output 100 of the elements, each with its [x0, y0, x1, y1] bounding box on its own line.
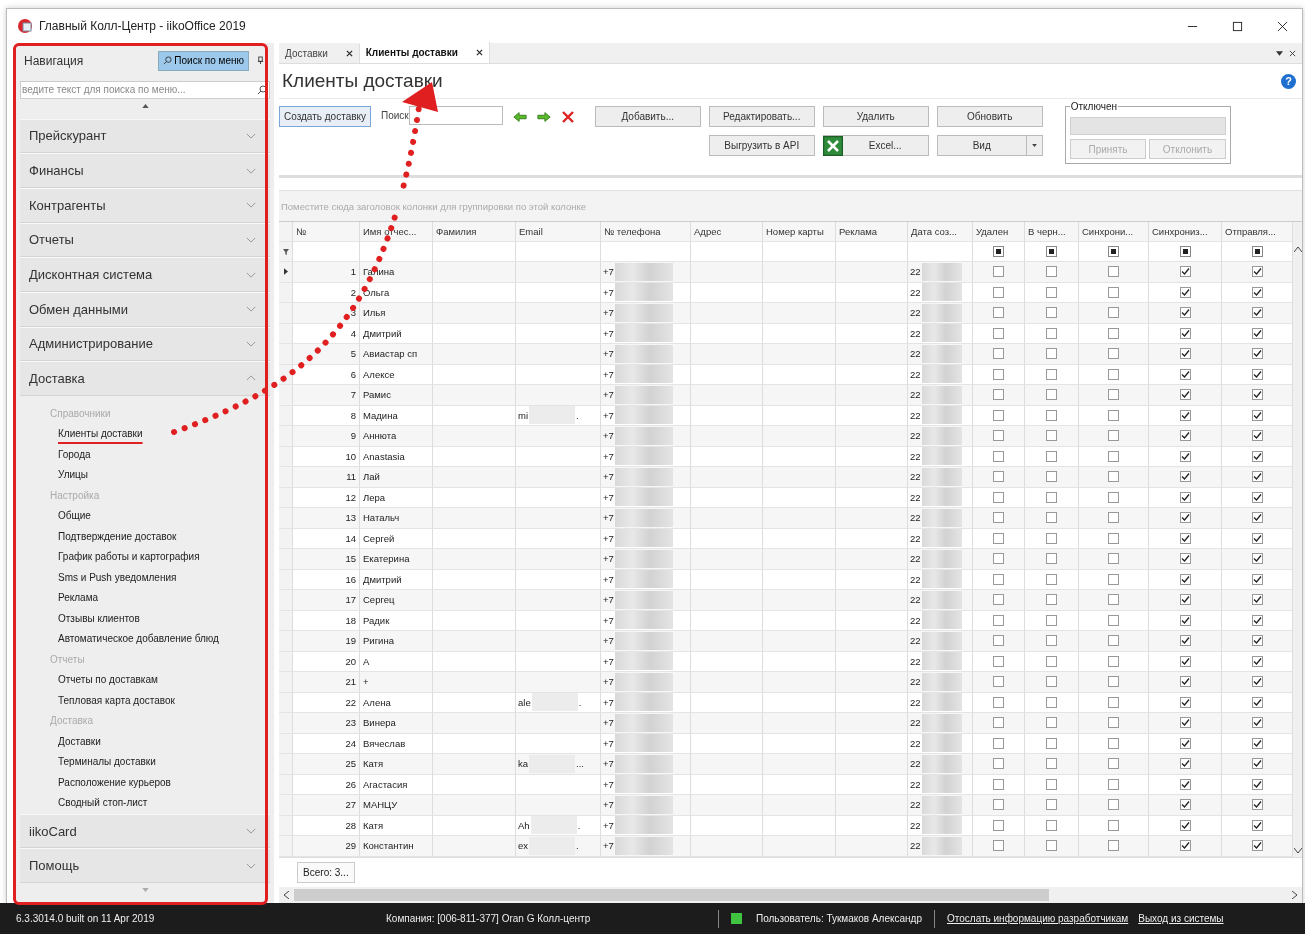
filter-checkbox-icon[interactable]	[993, 246, 1004, 257]
menu-section[interactable]: Прейскурант	[20, 118, 270, 154]
column-header[interactable]: Имя отчес...	[360, 222, 433, 242]
menu-item[interactable]: Sms и Push уведомления	[50, 567, 177, 589]
filter-icon[interactable]	[282, 248, 289, 255]
checkbox[interactable]	[1108, 491, 1119, 503]
checkbox[interactable]	[1046, 696, 1057, 708]
menu-item[interactable]: Подтверждение доставок	[50, 526, 177, 548]
checkbox[interactable]	[993, 717, 1004, 729]
checkbox[interactable]	[1251, 840, 1263, 852]
checkbox[interactable]	[1251, 676, 1263, 688]
scroll-up-icon[interactable]	[1293, 247, 1302, 252]
checkbox[interactable]	[1251, 594, 1263, 606]
checkbox[interactable]	[993, 799, 1004, 811]
checkbox[interactable]	[1179, 512, 1191, 524]
checkbox[interactable]	[993, 737, 1004, 749]
toolbar-button[interactable]: Редактировать...	[708, 106, 815, 127]
close-icon[interactable]	[1277, 20, 1288, 32]
checkbox[interactable]	[1108, 717, 1119, 729]
checkbox[interactable]	[1046, 614, 1057, 626]
menu-item[interactable]: Доставки	[50, 731, 101, 753]
checkbox[interactable]	[1108, 676, 1119, 688]
column-header[interactable]: Реклама	[836, 222, 908, 242]
close-icon[interactable]	[1289, 50, 1296, 57]
column-header[interactable]: № телефона	[601, 222, 691, 242]
column-header[interactable]: Дата соз...	[908, 222, 973, 242]
checkbox[interactable]	[1046, 553, 1057, 565]
view-button[interactable]: Вид	[936, 135, 1043, 156]
checkbox[interactable]	[1179, 594, 1191, 606]
checkbox[interactable]	[993, 840, 1004, 852]
column-header[interactable]: В черн...	[1025, 222, 1079, 242]
filter-checkbox-icon[interactable]	[1046, 246, 1057, 257]
column-header[interactable]: Адрес	[691, 222, 763, 242]
checkbox[interactable]	[1046, 635, 1057, 647]
checkbox[interactable]	[1179, 348, 1191, 360]
row-indicator[interactable]	[279, 262, 293, 283]
checkbox[interactable]	[1251, 717, 1263, 729]
column-header[interactable]: Удален	[973, 222, 1025, 242]
checkbox[interactable]	[993, 696, 1004, 708]
checkbox[interactable]	[1179, 819, 1191, 831]
checkbox[interactable]	[1179, 389, 1191, 401]
checkbox[interactable]	[1251, 696, 1263, 708]
checkbox[interactable]	[1251, 327, 1263, 339]
dropdown-icon[interactable]	[1276, 50, 1283, 57]
search-icon[interactable]	[257, 84, 267, 95]
checkbox[interactable]	[1251, 450, 1263, 462]
column-header[interactable]: Фамилия	[433, 222, 516, 242]
column-header[interactable]: Синхрониз...	[1149, 222, 1222, 242]
checkbox[interactable]	[1179, 286, 1191, 298]
checkbox[interactable]	[1046, 430, 1057, 442]
checkbox[interactable]	[1251, 491, 1263, 503]
checkbox[interactable]	[1046, 327, 1057, 339]
excel-button[interactable]: Excel...	[822, 135, 929, 156]
checkbox[interactable]	[1179, 614, 1191, 626]
checkbox[interactable]	[1179, 491, 1191, 503]
menu-section[interactable]: Обмен данными	[20, 291, 270, 327]
checkbox[interactable]	[1046, 286, 1057, 298]
checkbox[interactable]	[1179, 307, 1191, 319]
checkbox[interactable]	[1108, 614, 1119, 626]
column-header[interactable]: Синхрони...	[1079, 222, 1149, 242]
checkbox[interactable]	[1251, 614, 1263, 626]
pin-icon[interactable]	[257, 56, 264, 66]
checkbox[interactable]	[1251, 655, 1263, 667]
checkbox[interactable]	[1108, 348, 1119, 360]
checkbox[interactable]	[1108, 327, 1119, 339]
checkbox[interactable]	[1179, 778, 1191, 790]
checkbox[interactable]	[993, 491, 1004, 503]
checkbox[interactable]	[1179, 696, 1191, 708]
checkbox[interactable]	[1251, 635, 1263, 647]
checkbox[interactable]	[1108, 737, 1119, 749]
menu-item[interactable]: Отзывы клиентов	[50, 608, 140, 630]
menu-section[interactable]: Помощь	[20, 848, 270, 884]
checkbox[interactable]	[1046, 389, 1057, 401]
checkbox[interactable]	[1251, 553, 1263, 565]
checkbox[interactable]	[1046, 676, 1057, 688]
checkbox[interactable]	[1251, 368, 1263, 380]
checkbox[interactable]	[1046, 450, 1057, 462]
menu-item[interactable]: Отчеты по доставкам	[50, 670, 158, 691]
checkbox[interactable]	[1108, 594, 1119, 606]
checkbox[interactable]	[1251, 737, 1263, 749]
checkbox[interactable]	[993, 368, 1004, 380]
menu-item[interactable]: Города	[50, 444, 91, 466]
column-header[interactable]: Номер карты	[763, 222, 836, 242]
toolbar-button[interactable]: Добавить...	[594, 106, 701, 127]
checkbox[interactable]	[1179, 471, 1191, 483]
checkbox[interactable]	[993, 819, 1004, 831]
checkbox[interactable]	[1046, 758, 1057, 770]
scroll-up-icon[interactable]	[141, 103, 149, 108]
checkbox[interactable]	[993, 635, 1004, 647]
menu-section[interactable]: Контрагенты	[20, 187, 270, 223]
checkbox[interactable]	[993, 594, 1004, 606]
filter-checkbox-icon[interactable]	[1108, 246, 1119, 257]
checkbox[interactable]	[1251, 348, 1263, 360]
checkbox[interactable]	[1251, 307, 1263, 319]
checkbox[interactable]	[1251, 389, 1263, 401]
document-tab[interactable]: Клиенты доставки	[359, 42, 490, 63]
checkbox[interactable]	[1251, 573, 1263, 585]
checkbox[interactable]	[993, 409, 1004, 421]
checkbox[interactable]	[993, 286, 1004, 298]
menu-item[interactable]: График работы и картография	[50, 547, 200, 568]
